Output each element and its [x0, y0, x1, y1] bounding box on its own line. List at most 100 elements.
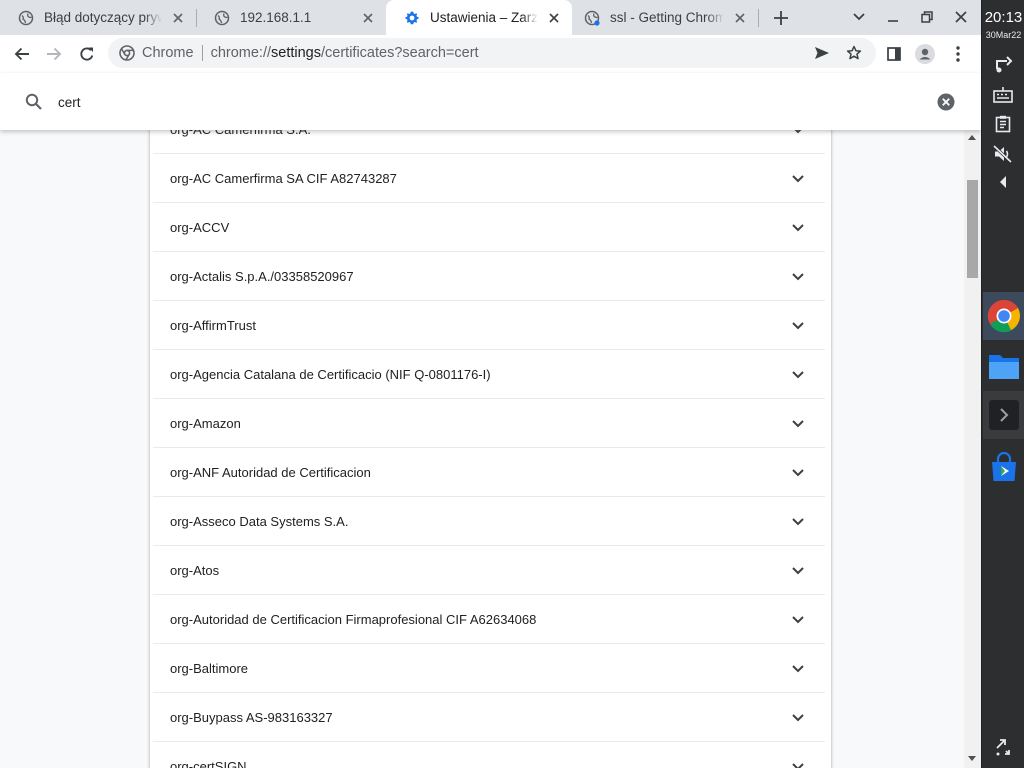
- certificate-org-row[interactable]: org-Agencia Catalana de Certificacio (NI…: [150, 350, 831, 399]
- tab-router[interactable]: 192.168.1.1: [196, 0, 386, 35]
- close-tab-icon[interactable]: [360, 10, 376, 26]
- side-panel-icon: [887, 47, 901, 61]
- certificate-org-name: org-Buypass AS-983163327: [170, 710, 333, 725]
- mute-icon[interactable]: [991, 142, 1015, 166]
- forward-button[interactable]: [42, 42, 66, 66]
- chevron-down-icon[interactable]: [788, 610, 808, 630]
- chevron-down-icon[interactable]: [788, 757, 808, 768]
- scroll-up-arrow-icon[interactable]: [968, 135, 976, 140]
- launcher-icon[interactable]: [991, 736, 1015, 760]
- tab-settings-certificates[interactable]: Ustawienia – Zarządzanie certyfikatami: [386, 0, 572, 35]
- chevron-down-icon[interactable]: [788, 169, 808, 189]
- chevron-down-icon[interactable]: [788, 512, 808, 532]
- certificate-org-row[interactable]: org-AC Camerfirma SA CIF A82743287: [150, 154, 831, 203]
- collapse-tray-icon[interactable]: [991, 170, 1015, 194]
- settings-search-bar: [0, 73, 981, 130]
- certificate-org-name: org-AC Camerfirma SA CIF A82743287: [170, 171, 397, 186]
- keyboard-icon[interactable]: [991, 83, 1015, 107]
- play-store-app-icon[interactable]: [983, 443, 1024, 491]
- globe-icon: [214, 10, 230, 26]
- scroll-down-arrow-icon[interactable]: [968, 756, 976, 761]
- settings-content: org-AC Camerfirma S.A. org-AC Camerfirma …: [0, 130, 964, 768]
- certificate-authorities-list: org-AC Camerfirma S.A. org-AC Camerfirma …: [150, 130, 831, 768]
- tab-title: 192.168.1.1: [240, 10, 312, 25]
- chevron-down-icon[interactable]: [788, 316, 808, 336]
- certificate-org-name: org-AffirmTrust: [170, 318, 256, 333]
- globe-icon: [18, 10, 34, 26]
- back-button[interactable]: [10, 42, 34, 66]
- url-scheme: chrome://: [210, 45, 272, 61]
- omnibox-divider: [201, 45, 203, 61]
- close-tab-icon[interactable]: [732, 10, 748, 26]
- screen-capture-icon[interactable]: [991, 53, 1015, 77]
- certificate-org-row[interactable]: org-Actalis S.p.A./03358520967: [150, 252, 831, 301]
- settings-gear-icon: [404, 10, 420, 26]
- reload-button[interactable]: [75, 42, 99, 66]
- chevron-down-icon[interactable]: [788, 561, 808, 581]
- certificate-org-name: org-Amazon: [170, 416, 241, 431]
- new-tab-button[interactable]: [770, 7, 792, 29]
- tab-title: Błąd dotyczący prywatności: [44, 10, 162, 25]
- certificate-org-name: org-certSIGN: [170, 759, 247, 768]
- search-icon: [24, 92, 44, 112]
- page-scrollbar[interactable]: [964, 130, 981, 768]
- address-bar[interactable]: Chrome chrome://settings/certificates?se…: [108, 38, 876, 68]
- minimize-button[interactable]: [884, 8, 902, 26]
- certificate-org-row[interactable]: org-Buypass AS-983163327: [150, 693, 831, 742]
- chevron-down-icon[interactable]: [788, 365, 808, 385]
- date: 30Mar22: [985, 30, 1022, 40]
- certificate-org-row[interactable]: org-ACCV: [150, 203, 831, 252]
- certificate-org-row[interactable]: org-Autoridad de Certificacion Firmaprof…: [150, 595, 831, 644]
- certificate-org-row[interactable]: org-Asseco Data Systems S.A.: [150, 497, 831, 546]
- clipboard-icon[interactable]: [991, 112, 1015, 136]
- url-text[interactable]: chrome://settings/certificates?search=ce…: [211, 45, 479, 61]
- chevron-down-icon[interactable]: [788, 130, 808, 140]
- chevron-down-icon[interactable]: [788, 708, 808, 728]
- url-path: /certificates?search=cert: [321, 45, 479, 61]
- chevron-down-icon: [853, 13, 865, 21]
- certificate-org-row[interactable]: org-AC Camerfirma S.A.: [150, 130, 831, 154]
- side-panel-button[interactable]: [882, 42, 906, 66]
- certificate-org-name: org-Atos: [170, 563, 220, 578]
- scrollbar-thumb[interactable]: [967, 180, 978, 278]
- clock[interactable]: 20:13: [982, 10, 1024, 26]
- clear-icon: [937, 93, 955, 111]
- certificate-org-row[interactable]: org-Atos: [150, 546, 831, 595]
- close-tab-icon[interactable]: [546, 10, 562, 26]
- os-shelf: 20:13 30Mar22: [981, 0, 1024, 768]
- send-to-devices-icon[interactable]: [812, 43, 832, 63]
- restore-button[interactable]: [918, 8, 936, 26]
- close-window-button[interactable]: [952, 8, 970, 26]
- chevron-down-icon[interactable]: [788, 659, 808, 679]
- chevron-down-icon[interactable]: [788, 267, 808, 287]
- tab-strip: Błąd dotyczący prywatności 192.168.1.1 U…: [0, 0, 981, 35]
- certificate-org-row[interactable]: org-Amazon: [150, 399, 831, 448]
- chrome-logo-icon[interactable]: [118, 44, 136, 62]
- chevron-down-icon[interactable]: [788, 414, 808, 434]
- profile-button[interactable]: [913, 42, 937, 66]
- minimize-icon: [888, 20, 898, 22]
- files-app-icon[interactable]: [983, 342, 1024, 390]
- origin-label: Chrome: [142, 45, 194, 61]
- chrome-app-icon[interactable]: [983, 292, 1024, 340]
- certificate-org-name: org-Asseco Data Systems S.A.: [170, 514, 349, 529]
- arrow-right-icon: [47, 47, 62, 61]
- certificate-org-row[interactable]: org-AffirmTrust: [150, 301, 831, 350]
- chevron-down-icon[interactable]: [788, 463, 808, 483]
- close-tab-icon[interactable]: [170, 10, 186, 26]
- menu-button[interactable]: [946, 42, 970, 66]
- clear-search-button[interactable]: [936, 92, 956, 112]
- tab-ssl-question[interactable]: ssl - Getting Chrome to accept: [572, 0, 758, 35]
- certificate-org-name: org-ANF Autoridad de Certificacion: [170, 465, 371, 480]
- terminal-app-icon[interactable]: [983, 391, 1024, 439]
- tab-title: Ustawienia – Zarządzanie certyfikatami: [430, 10, 538, 25]
- bookmark-star-icon[interactable]: [844, 43, 864, 63]
- tab-privacy-error[interactable]: Błąd dotyczący prywatności: [0, 0, 196, 35]
- settings-search-input[interactable]: [58, 91, 918, 113]
- globe-icon: [584, 10, 600, 26]
- tab-search-button[interactable]: [850, 8, 868, 26]
- certificate-org-row[interactable]: org-Baltimore: [150, 644, 831, 693]
- certificate-org-row[interactable]: org-ANF Autoridad de Certificacion: [150, 448, 831, 497]
- certificate-org-row[interactable]: org-certSIGN: [150, 742, 831, 768]
- chevron-down-icon[interactable]: [788, 218, 808, 238]
